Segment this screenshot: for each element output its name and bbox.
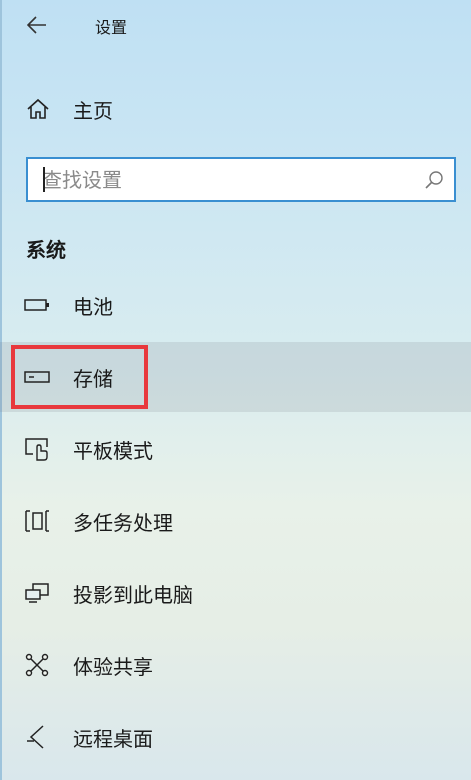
back-button[interactable]: [22, 10, 52, 40]
page-title: 设置: [95, 18, 128, 37]
nav-item-label: 投影到此电脑: [73, 582, 193, 607]
nav-item-battery[interactable]: 电池: [0, 270, 471, 340]
text-cursor: [43, 167, 45, 192]
back-arrow-icon: [27, 16, 47, 34]
nav-item-remote-desktop[interactable]: 远程桌面: [0, 702, 471, 772]
annotation-highlight-box: [11, 345, 148, 409]
battery-icon: [23, 291, 51, 319]
project-to-pc-icon: [23, 579, 51, 607]
nav-item-project-to-pc[interactable]: 投影到此电脑: [0, 558, 471, 628]
home-link[interactable]: 主页: [0, 86, 471, 132]
nav-item-tablet-mode[interactable]: 平板模式: [0, 414, 471, 484]
nav-item-shared-experiences[interactable]: 体验共享: [0, 630, 471, 700]
nav-item-multitasking[interactable]: 多任务处理: [0, 486, 471, 556]
multitasking-icon: [23, 507, 51, 535]
remote-desktop-icon: [23, 723, 51, 751]
shared-experiences-icon: [23, 651, 51, 679]
nav-item-label: 平板模式: [73, 438, 153, 463]
search-input[interactable]: [28, 159, 414, 200]
section-title: 系统: [26, 238, 66, 262]
search-icon[interactable]: [414, 159, 454, 200]
nav-item-label: 电池: [73, 294, 113, 319]
tablet-mode-icon: [23, 435, 51, 463]
home-label: 主页: [73, 98, 113, 123]
nav-item-label: 远程桌面: [73, 726, 153, 751]
nav-item-label: 体验共享: [73, 654, 153, 679]
home-icon: [25, 96, 51, 122]
nav-item-label: 多任务处理: [73, 510, 173, 535]
search-box[interactable]: [26, 157, 456, 202]
